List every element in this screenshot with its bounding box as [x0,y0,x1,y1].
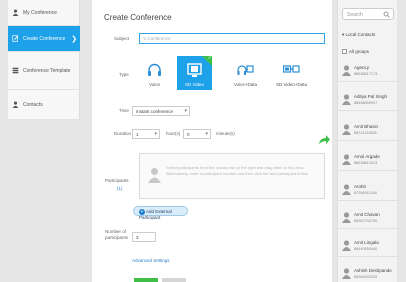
contact-row[interactable]: Amit Lingala 88440553440 [338,236,398,257]
num-participants-label: Number of participants [105,229,129,240]
type-option-video-data[interactable]: SD Video+Data [274,56,309,90]
all-groups-row[interactable]: All groups [342,49,369,54]
time-select[interactable]: Instant conference ▾ [132,106,190,116]
contact-row[interactable]: Aditya Pal Singh 88638659907 [338,90,398,111]
participants-label: Participants [105,178,129,183]
contact-avatar-icon [342,94,351,105]
contact-avatar-icon [342,240,351,251]
subject-input[interactable]: 's Conference [139,33,325,44]
duration-hours-value: 1 [136,132,139,137]
contact-row[interactable]: Amit Chavan 88387232750 [338,208,398,229]
nav-label: Conference Template [23,67,71,74]
contact-avatar-icon [342,124,351,135]
contact-avatar-icon [342,154,351,165]
contact-number: 88384002019 [354,275,378,279]
create-conference-form: Create Conference Subject 's Conference … [92,0,332,282]
num-participants-input[interactable]: 3 [132,232,156,242]
checkmark-icon: ✓ [207,55,212,61]
contact-name: Ashish Deshpande [354,268,392,273]
contact-name: Amit Lingala [354,240,379,245]
search-icon[interactable] [383,11,390,18]
chevron-down-icon: ▾ [205,131,208,137]
num-participants-value: 3 [136,235,139,240]
contact-row[interactable]: Ashish Deshpande 88384002019 [338,264,398,282]
nav-item-my-conference[interactable]: My Conference [8,0,80,26]
type-option-label: SD Video [185,82,204,87]
chevron-right-icon: ❯ [71,35,78,43]
contact-number: 88638659907 [354,101,378,105]
time-label: Time [119,108,129,113]
page-title: Create Conference [104,13,172,22]
submit-button[interactable] [134,278,158,282]
cancel-button[interactable] [162,278,186,282]
add-external-participant-button[interactable]: + Add External Participant [133,206,188,220]
subject-label: Subject [114,36,130,41]
nav-label: Contacts [23,101,43,108]
contact-row[interactable]: Amit Bhasin 88711123825 [338,120,398,141]
type-option-label: Voice [148,82,160,87]
local-contacts-label: Local Contacts [345,32,376,37]
chevron-down-icon: ▾ [184,108,187,114]
all-groups-checkbox[interactable] [342,49,347,54]
share-arrow-icon [319,135,330,144]
type-label: Type [119,72,129,77]
list-icon [12,67,19,74]
contact-number: 88387232750 [354,219,378,223]
contact-avatar-icon [342,212,351,223]
nav-item-create-conference[interactable]: Create Conference ❯ [8,26,80,52]
edit-icon [12,35,19,42]
search-placeholder: Search [347,12,363,18]
nav-label: My Conference [23,9,57,16]
contact-row[interactable]: Agency 88638617173 [338,61,398,82]
duration-label: Duration [114,131,132,136]
contact-row[interactable]: Amol Argade 88638612413 [338,150,398,171]
contact-number: 88638617173 [354,72,378,76]
type-option-voice[interactable]: Voice [137,56,172,90]
left-nav: My Conference Create Conference ❯ Confer… [8,0,80,120]
duration-minutes-select[interactable]: 0 ▾ [183,129,211,139]
participants-count: (1) [117,186,123,191]
contacts-icon [12,101,19,108]
type-option-label: Voice+Data [233,82,258,87]
nav-item-contacts[interactable]: Contacts [8,90,80,120]
contact-avatar-icon [342,184,351,195]
chevron-down-icon: ▾ [154,131,157,137]
duration-minutes-value: 0 [187,132,190,137]
contact-name: Aditya Pal Singh [354,94,388,99]
contacts-panel: Search ▾ Local Contacts All groups Agenc… [337,0,398,282]
headset-icon [148,63,161,76]
person-icon [12,9,19,16]
type-option-voice-data[interactable]: Voice+Data [228,56,263,90]
contact-name: Arohit [354,184,366,189]
person-placeholder-icon [148,168,161,183]
contact-name: Amit Bhasin [354,124,379,129]
nav-label: Create Conference [23,35,66,42]
participant-hint: Select participants from the contact lis… [166,165,310,176]
hours-label: hour(s) [166,131,181,136]
contact-avatar-icon [342,268,351,279]
duration-hours-select[interactable]: 1 ▾ [132,129,160,139]
contact-name: Amol Argade [354,154,380,159]
contact-number: 88711123825 [354,131,377,135]
contact-number: 88440553440 [354,247,378,251]
contact-avatar-icon [342,65,351,76]
type-option-sd-video[interactable]: SD Video ✓ [177,55,212,90]
type-option-label: SD Video+Data [275,82,308,87]
video-screen-icon [187,63,202,77]
video-data-icon [283,65,300,73]
search-input[interactable]: Search [342,8,394,20]
contact-name: Agency [354,65,370,70]
advanced-settings-link[interactable]: Advanced Settings [132,258,170,263]
contact-row[interactable]: Arohit 87256911440 [338,180,398,201]
contact-name: Amit Chavan [354,212,380,217]
all-groups-label: All groups [349,49,370,54]
nav-item-conference-template[interactable]: Conference Template [8,52,80,90]
contact-number: 87256911440 [354,191,377,195]
local-contacts-header[interactable]: ▾ Local Contacts [342,32,375,38]
time-select-value: Instant conference [136,109,174,114]
voice-data-icon [237,65,254,75]
minutes-label: minute(s) [216,131,235,136]
contact-number: 88638612413 [354,161,378,165]
participant-drop-area[interactable]: Select participants from the contact lis… [139,153,325,199]
